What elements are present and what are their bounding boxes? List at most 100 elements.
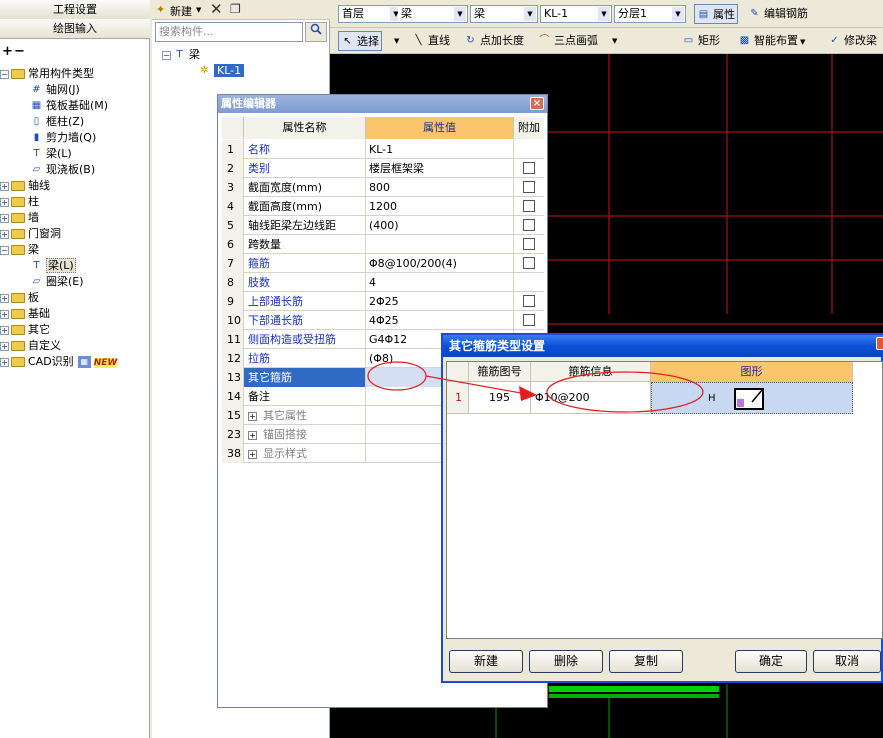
extra-checkbox[interactable] [523, 257, 535, 269]
extra-checkbox[interactable] [523, 314, 535, 326]
search-icon[interactable] [305, 22, 327, 42]
delete-stirrup-button[interactable]: 删除 [529, 650, 603, 673]
chevron-down-icon[interactable]: ▼ [612, 37, 617, 45]
tree-folder-column[interactable]: + 柱 [0, 194, 39, 210]
property-button[interactable]: ▤ 属性 [694, 4, 738, 24]
ok-button[interactable]: 确定 [735, 650, 807, 673]
chevron-down-icon[interactable]: ▼ [394, 37, 399, 45]
property-row[interactable]: 5 轴线距梁左边线距 (400) [222, 216, 544, 235]
tree-common-types[interactable]: − 常用构件类型 [0, 66, 94, 82]
select-button[interactable]: ↖ 选择 [338, 31, 382, 51]
tree-item-column[interactable]: ▯ 框柱(Z) [30, 114, 84, 130]
property-row[interactable]: 8 肢数 4 [222, 273, 544, 292]
floor-select[interactable]: 首层 ▼ [338, 5, 404, 23]
subcategory-select[interactable]: 梁 ▼ [470, 5, 538, 23]
chevron-down-icon[interactable]: ▼ [524, 7, 536, 21]
expand-icon[interactable]: + [0, 357, 9, 367]
component-tree-kl1[interactable]: ✲ KL-1 [198, 63, 245, 79]
copy-icon[interactable]: ❐ [230, 2, 241, 16]
property-value[interactable]: 1200 [366, 197, 514, 216]
property-value[interactable]: 800 [366, 178, 514, 197]
close-icon[interactable] [876, 337, 883, 350]
component-search-input[interactable]: 搜索构件... [155, 22, 303, 42]
property-row[interactable]: 2 类别 楼层框架梁 [222, 159, 544, 178]
collapse-icon[interactable]: − [0, 245, 9, 255]
tree-folder-cad[interactable]: + CAD识别 ▦ NEW [0, 354, 118, 370]
tree-item-raft[interactable]: ▦ 筏板基础(M) [30, 98, 108, 114]
expand-icon[interactable]: + [248, 449, 257, 459]
expand-icon[interactable]: + [0, 325, 9, 335]
expand-icon[interactable]: + [0, 197, 9, 207]
tree-folder-beam[interactable]: − 梁 [0, 242, 39, 258]
property-value[interactable]: 4 [366, 273, 514, 292]
property-value[interactable]: Φ8@100/200(4) [366, 254, 514, 273]
stirrup-shape-cell[interactable]: H [651, 382, 853, 414]
arc-button[interactable]: ⌒ 三点画弧 [536, 31, 600, 51]
extra-checkbox[interactable] [523, 295, 535, 307]
expand-icon[interactable]: + [0, 309, 9, 319]
property-row[interactable]: 9 上部通长筋 2Φ25 [222, 292, 544, 311]
property-value[interactable]: 4Φ25 [366, 311, 514, 330]
chevron-down-icon[interactable]: ▼ [196, 6, 201, 14]
property-value[interactable]: 2Φ25 [366, 292, 514, 311]
tree-folder-axis[interactable]: + 轴线 [0, 178, 50, 194]
smart-layout-button[interactable]: ▩ 智能布置 ▼ [736, 31, 807, 51]
new-component-icon[interactable]: ✦ [156, 3, 165, 16]
stirrup-info-cell[interactable]: Φ10@200 [531, 382, 651, 414]
chevron-down-icon[interactable]: ▼ [672, 7, 684, 21]
rectangle-button[interactable]: ▭ 矩形 [680, 31, 722, 51]
tree-item-ring-beam[interactable]: ▱ 圈梁(E) [30, 274, 84, 290]
property-value[interactable]: KL-1 [366, 140, 514, 159]
edit-rebar-button[interactable]: ✎ 编辑钢筋 [746, 4, 810, 24]
tree-item-axis-grid[interactable]: # 轴网(J) [30, 82, 80, 98]
chevron-down-icon[interactable]: ▼ [454, 7, 466, 21]
expand-icon[interactable]: + [0, 181, 9, 191]
property-value[interactable] [366, 235, 514, 254]
property-row[interactable]: 10 下部通长筋 4Φ25 [222, 311, 544, 330]
property-row[interactable]: 3 截面宽度(mm) 800 [222, 178, 544, 197]
modify-beam-button[interactable]: ✓ 修改梁 [826, 31, 879, 51]
sublayer-select[interactable]: 分层1 ▼ [614, 5, 686, 23]
tree-item-beam-selected[interactable]: T 梁(L) [30, 258, 76, 274]
property-editor-titlebar[interactable]: 属性编辑器 [218, 95, 547, 113]
tree-folder-custom[interactable]: + 自定义 [0, 338, 61, 354]
tree-folder-slab[interactable]: + 板 [0, 290, 39, 306]
property-value[interactable]: (400) [366, 216, 514, 235]
expand-icon[interactable]: + [0, 213, 9, 223]
expand-icon[interactable]: + [0, 293, 9, 303]
expand-icon[interactable]: + [0, 341, 9, 351]
stirrup-dialog-titlebar[interactable]: 其它箍筋类型设置 [443, 335, 883, 357]
new-stirrup-button[interactable]: 新建 [449, 650, 523, 673]
category-select[interactable]: 梁 ▼ [398, 5, 468, 23]
property-row[interactable]: 4 截面高度(mm) 1200 [222, 197, 544, 216]
member-select[interactable]: KL-1 ▼ [540, 5, 612, 23]
extra-checkbox[interactable] [523, 219, 535, 231]
extra-checkbox[interactable] [523, 162, 535, 174]
tree-folder-foundation[interactable]: + 基础 [0, 306, 50, 322]
close-icon[interactable]: × [530, 97, 544, 110]
property-row[interactable]: 7 箍筋 Φ8@100/200(4) [222, 254, 544, 273]
expand-icon[interactable]: + [248, 411, 257, 421]
delete-icon[interactable]: ✕ [210, 0, 223, 18]
tree-item-beam[interactable]: T 梁(L) [30, 146, 71, 162]
expand-all-icon[interactable]: + [2, 44, 13, 59]
line-button[interactable]: ╲ 直线 [410, 31, 452, 51]
expand-icon[interactable]: + [0, 229, 9, 239]
tree-item-slab[interactable]: ▱ 现浇板(B) [30, 162, 96, 178]
copy-stirrup-button[interactable]: 复制 [609, 650, 683, 673]
property-row[interactable]: 6 跨数量 [222, 235, 544, 254]
collapse-all-icon[interactable]: − [14, 44, 25, 59]
project-settings-button[interactable]: 工程设置 [0, 0, 150, 20]
property-value[interactable]: 楼层框架梁 [366, 159, 514, 178]
tree-folder-wall[interactable]: + 墙 [0, 210, 39, 226]
expand-icon[interactable]: + [248, 430, 257, 440]
cancel-button[interactable]: 取消 [813, 650, 881, 673]
chevron-down-icon[interactable]: ▼ [800, 38, 805, 46]
extra-checkbox[interactable] [523, 181, 535, 193]
drawing-input-button[interactable]: 绘图输入 [0, 19, 150, 39]
component-tree-root[interactable]: − T 梁 [162, 47, 200, 63]
chevron-down-icon[interactable]: ▼ [598, 7, 610, 21]
stirrup-code-cell[interactable]: 195 [469, 382, 531, 414]
tree-folder-other[interactable]: + 其它 [0, 322, 50, 338]
extra-checkbox[interactable] [523, 200, 535, 212]
